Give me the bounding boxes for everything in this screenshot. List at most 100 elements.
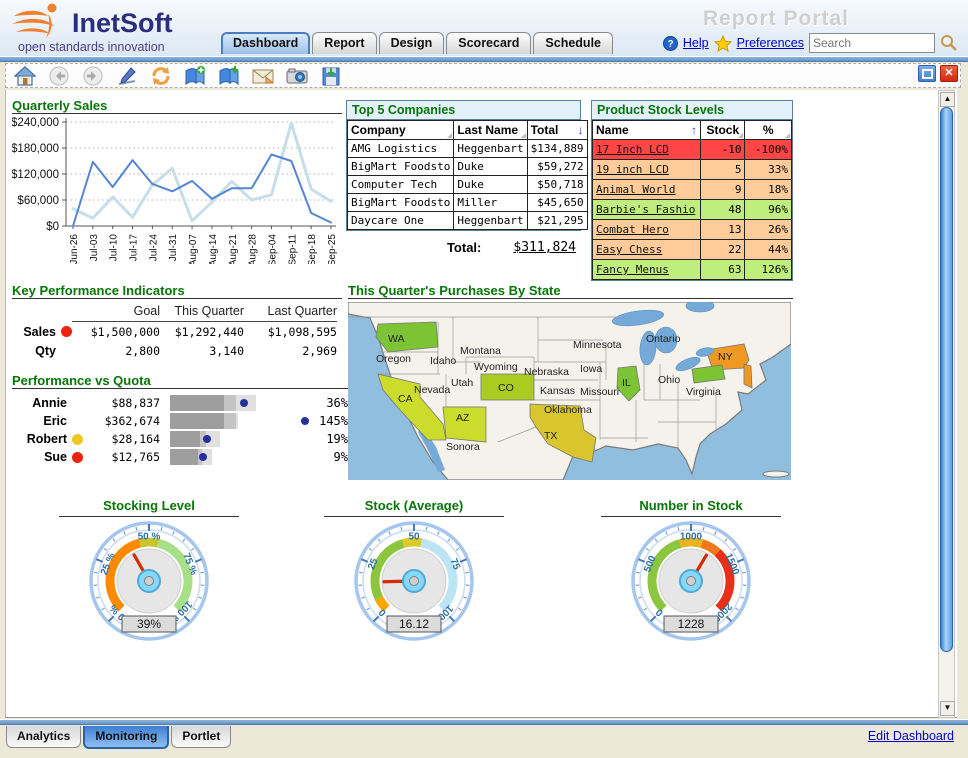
forward-icon[interactable] bbox=[82, 65, 104, 87]
snapshot-icon[interactable] bbox=[286, 65, 308, 87]
us-map[interactable]: WA Oregon Idaho Montana Wyoming NevadaUtah CO C… bbox=[348, 302, 791, 480]
gauge-dial: 0 %25 %50 %75 %100 %39% bbox=[89, 521, 209, 641]
gauge-dial: 025507510016.12 bbox=[354, 521, 474, 641]
report-portal-window: InetSoft open standards innovation Repor… bbox=[0, 0, 968, 758]
svg-text:$180,000: $180,000 bbox=[12, 143, 59, 155]
tab-scorecard[interactable]: Scorecard bbox=[446, 32, 532, 54]
svg-text:$0: $0 bbox=[46, 221, 59, 233]
edit-dashboard-link[interactable]: Edit Dashboard bbox=[868, 729, 954, 743]
map-label-nebraska: Nebraska bbox=[524, 366, 569, 378]
back-icon[interactable] bbox=[48, 65, 70, 87]
map-label-kansas: Kansas bbox=[540, 385, 575, 397]
table-row: 17 Inch LCD -10 -100% bbox=[591, 139, 792, 160]
map-label-montana: Montana bbox=[460, 345, 501, 357]
product-link[interactable]: Fancy Menus bbox=[596, 263, 669, 276]
stock-header-2[interactable]: % bbox=[744, 120, 792, 140]
performance-panel: Performance vs Quota Annie $88,837 36% Eric… bbox=[12, 373, 348, 466]
product-link[interactable]: Animal World bbox=[596, 183, 675, 196]
dashboard-tabs: Analytics Monitoring Portlet bbox=[6, 726, 233, 749]
map-label-wyoming: Wyoming bbox=[474, 361, 518, 373]
table-row: Daycare One Heggenbart $21,295 bbox=[346, 211, 588, 230]
performance-row: Annie $88,837 36% bbox=[12, 394, 348, 412]
performance-value: $362,674 bbox=[104, 414, 160, 428]
kpi-title: Key Performance Indicators bbox=[12, 283, 342, 299]
search-input[interactable] bbox=[809, 33, 935, 53]
svg-text:Aug-07: Aug-07 bbox=[188, 234, 199, 264]
product-link[interactable]: Combat Hero bbox=[596, 223, 669, 236]
svg-text:Sep-04: Sep-04 bbox=[267, 234, 278, 264]
table-row: AMG Logistics Heggenbart $134,889 bbox=[346, 139, 588, 158]
performance-value: $88,837 bbox=[111, 396, 160, 410]
svg-text:Aug-21: Aug-21 bbox=[228, 234, 239, 264]
svg-text:Jun-26: Jun-26 bbox=[69, 234, 80, 264]
scroll-down-button[interactable]: ▼ bbox=[940, 701, 955, 716]
dashboard-tab-monitoring[interactable]: Monitoring bbox=[83, 726, 170, 749]
refresh-icon[interactable] bbox=[150, 65, 172, 87]
product-link[interactable]: 17 Inch LCD bbox=[596, 143, 669, 156]
home-icon[interactable] bbox=[14, 65, 36, 87]
save-bookmark-icon[interactable] bbox=[218, 65, 240, 87]
scroll-up-button[interactable]: ▲ bbox=[940, 92, 955, 107]
performance-percent: 9% bbox=[333, 450, 348, 464]
tab-schedule[interactable]: Schedule bbox=[533, 32, 613, 54]
dashboard-tab-analytics[interactable]: Analytics bbox=[6, 726, 82, 748]
kpi-value: 2,969 bbox=[302, 343, 337, 358]
state-nj[interactable] bbox=[743, 363, 753, 389]
preferences-link[interactable]: Preferences bbox=[737, 36, 804, 50]
top5-header-2[interactable]: Total ↓ bbox=[526, 120, 588, 140]
stock-header-1[interactable]: Stock bbox=[700, 120, 746, 140]
map-label-missouri: Missouri bbox=[580, 386, 619, 398]
stock-header-0[interactable]: Name ↑ bbox=[591, 120, 702, 140]
dashboard-tab-portlet[interactable]: Portlet bbox=[171, 726, 232, 748]
scrollbar-thumb[interactable] bbox=[940, 107, 953, 652]
sort-asc-icon[interactable]: ↑ bbox=[691, 123, 697, 137]
bullet-marker bbox=[301, 417, 309, 425]
add-bookmark-icon[interactable] bbox=[184, 65, 206, 87]
annotate-icon[interactable] bbox=[116, 65, 138, 87]
quarterly-sales-chart: $0 $60,000 $120,000 $180,000 $240,000 Jun-26 J… bbox=[11, 117, 338, 266]
header-utilities: ? Help Preferences bbox=[662, 33, 958, 53]
portal-title: Report Portal bbox=[703, 7, 850, 30]
header-divider bbox=[0, 56, 968, 62]
table-row: BigMart Foodsto Duke $59,272 bbox=[346, 157, 588, 176]
help-icon[interactable]: ? bbox=[662, 35, 678, 51]
close-button[interactable]: ✕ bbox=[940, 65, 958, 82]
product-link[interactable]: 19 inch LCD bbox=[596, 163, 669, 176]
svg-text:?: ? bbox=[667, 39, 673, 50]
svg-text:Jul-10: Jul-10 bbox=[109, 234, 120, 262]
bullet-chart bbox=[170, 413, 310, 429]
tab-report[interactable]: Report bbox=[312, 32, 377, 54]
status-dot-red bbox=[61, 326, 72, 337]
svg-text:Aug-28: Aug-28 bbox=[248, 234, 259, 264]
dashboard-content: Quarterly Sales $0 $60,000 $120,000 $180,00… bbox=[5, 90, 957, 718]
performance-percent: 19% bbox=[326, 432, 348, 446]
portal-tabs: Dashboard Report Design Scorecard Schedule bbox=[221, 32, 615, 56]
product-stock-title: Product Stock Levels bbox=[592, 101, 792, 120]
top5-total-value[interactable]: $311,824 bbox=[513, 240, 576, 255]
product-link[interactable]: Easy Chess bbox=[596, 243, 662, 256]
top5-header-1[interactable]: Last Name bbox=[453, 120, 528, 140]
save-icon[interactable] bbox=[320, 65, 342, 87]
sort-desc-icon[interactable]: ↓ bbox=[578, 123, 584, 137]
kpi-value: $1,292,440 bbox=[174, 324, 244, 339]
top5-header-0[interactable]: Company bbox=[346, 120, 455, 140]
product-link[interactable]: Barbie's Fashio bbox=[596, 203, 695, 216]
maximize-button[interactable] bbox=[918, 65, 936, 82]
search-icon[interactable] bbox=[940, 34, 958, 52]
product-stock-panel: Product Stock Levels Name ↑ Stock% 17 Inch … bbox=[591, 100, 793, 281]
window-controls: ✕ bbox=[918, 65, 958, 82]
tab-dashboard[interactable]: Dashboard bbox=[221, 32, 311, 54]
svg-text:Sep-25: Sep-25 bbox=[327, 234, 338, 264]
svg-text:$240,000: $240,000 bbox=[12, 117, 59, 129]
help-link[interactable]: Help bbox=[683, 36, 709, 50]
vertical-scrollbar[interactable]: ▲ ▼ bbox=[938, 90, 955, 718]
kpi-col-this-quarter: This Quarter bbox=[160, 302, 244, 322]
preferences-star-icon[interactable] bbox=[713, 34, 732, 52]
email-icon[interactable] bbox=[252, 65, 274, 87]
bullet-chart bbox=[170, 431, 310, 447]
kpi-value: $1,098,595 bbox=[267, 324, 337, 339]
svg-text:$120,000: $120,000 bbox=[12, 169, 59, 181]
state-wa[interactable] bbox=[375, 321, 439, 353]
tab-design[interactable]: Design bbox=[378, 32, 445, 54]
map-label-minnesota: Minnesota bbox=[573, 339, 622, 351]
